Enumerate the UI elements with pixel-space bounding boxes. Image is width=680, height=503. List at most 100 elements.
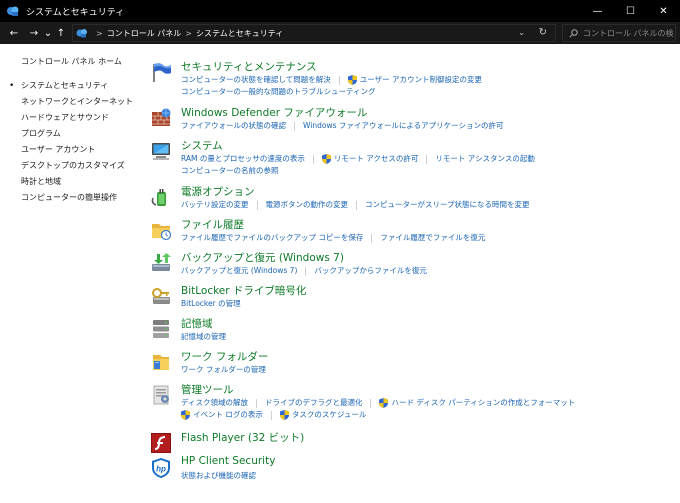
- search-input[interactable]: [583, 28, 673, 38]
- link-restore-from-backup[interactable]: バックアップからファイルを復元: [314, 265, 427, 277]
- link-divider: [256, 200, 258, 210]
- link-label: リモート アクセスの許可: [333, 154, 419, 163]
- link-label: ユーザー アカウント制御設定の変更: [359, 75, 483, 84]
- link-battery-settings[interactable]: バッテリ設定の変更: [181, 199, 249, 211]
- link-divider: [356, 200, 357, 210]
- forward-button[interactable]: →: [26, 22, 42, 44]
- uac-shield-icon: [379, 398, 389, 408]
- sidebar-item-programs[interactable]: プログラム: [21, 126, 133, 142]
- link-allow-app[interactable]: Windows ファイアウォールによるアプリケーションの許可: [303, 120, 504, 132]
- category-title[interactable]: HP Client Security: [181, 455, 275, 467]
- sidebar-home-link[interactable]: コントロール パネル ホーム: [21, 56, 122, 67]
- link-sleep-time[interactable]: コンピューターがスリープ状態になる時間を変更: [365, 199, 530, 211]
- file-history-icon: [152, 224, 172, 241]
- work-folders-icon: [153, 355, 169, 370]
- category-title[interactable]: システム: [181, 138, 223, 153]
- minimize-button[interactable]: —: [581, 0, 614, 22]
- link-disk-partitions[interactable]: ハード ディスク パーティションの作成とフォーマット: [379, 397, 575, 409]
- sidebar-item-clock-region[interactable]: 時計と地域: [21, 174, 133, 190]
- category-title[interactable]: Flash Player (32 ビット): [181, 430, 304, 445]
- sidebar-item-hardware[interactable]: ハードウェアとサウンド: [21, 110, 133, 126]
- link-restore-files[interactable]: ファイル履歴でファイルを復元: [380, 232, 485, 244]
- link-manage-work-folders[interactable]: ワーク フォルダーの管理: [181, 364, 266, 376]
- up-button[interactable]: ↑: [54, 22, 68, 44]
- search-box[interactable]: [562, 24, 676, 42]
- breadcrumb-separator: >: [185, 28, 192, 38]
- link-divider: [370, 398, 372, 408]
- category-title[interactable]: BitLocker ドライブ暗号化: [181, 283, 306, 298]
- control-panel-icon: [76, 29, 87, 38]
- breadcrumb-separator: >: [96, 28, 103, 38]
- flag-icon: [153, 63, 171, 82]
- link-check-status[interactable]: コンピューターの状態を確認して問題を解決: [181, 74, 331, 86]
- address-dropdown-icon[interactable]: ⌄: [518, 28, 525, 37]
- link-troubleshoot[interactable]: コンピューターの一般的な問題のトラブルシューティング: [181, 86, 376, 98]
- link-ram-processor[interactable]: RAM の量とプロセッサの速度の表示: [181, 153, 305, 165]
- address-box[interactable]: > コントロール パネル > システムとセキュリティ ⌄ ↻: [72, 24, 556, 42]
- link-schedule-tasks[interactable]: タスクのスケジュール: [279, 409, 366, 421]
- category-title[interactable]: ワーク フォルダー: [181, 349, 268, 364]
- category-title[interactable]: 管理ツール: [181, 382, 234, 397]
- link-event-logs[interactable]: イベント ログの表示: [181, 409, 263, 421]
- link-manage-bitlocker[interactable]: BitLocker の管理: [181, 298, 241, 310]
- link-firewall-status[interactable]: ファイアウォールの状態の確認: [181, 120, 286, 132]
- link-remote-assistance[interactable]: リモート アシスタンスの起動: [435, 153, 534, 165]
- link-power-button[interactable]: 電源ボタンの動作の変更: [266, 199, 349, 211]
- sidebar-nav: システムとセキュリティ ネットワークとインターネット ハードウェアとサウンド プ…: [9, 78, 133, 206]
- category-title[interactable]: 記憶域: [181, 316, 213, 331]
- category-title[interactable]: Windows Defender ファイアウォール: [181, 105, 367, 120]
- svg-text:hp: hp: [156, 465, 166, 474]
- link-defragment[interactable]: ドライブのデフラグと最適化: [265, 397, 363, 409]
- link-divider: [371, 233, 373, 243]
- flash-icon: [151, 433, 171, 453]
- maximize-button[interactable]: ☐: [614, 0, 647, 22]
- link-save-backup[interactable]: ファイル履歴でファイルのバックアップ コピーを保存: [181, 232, 363, 244]
- address-bar: ← → ⌄ ↑ > コントロール パネル > システムとセキュリティ ⌄ ↻: [0, 22, 680, 44]
- computer-icon: [152, 143, 170, 160]
- link-divider: [294, 121, 295, 131]
- category-title[interactable]: ファイル履歴: [181, 217, 244, 232]
- sidebar-item-system-security[interactable]: システムとセキュリティ: [9, 78, 133, 94]
- breadcrumb-control-panel[interactable]: コントロール パネル: [107, 28, 182, 39]
- title-bar: システムとセキュリティ — ☐ ✕: [0, 0, 680, 22]
- sidebar-item-user-accounts[interactable]: ユーザー アカウント: [21, 142, 133, 158]
- link-divider: [338, 75, 340, 85]
- hp-security-icon: hp: [152, 458, 170, 478]
- uac-shield-icon: [279, 410, 289, 420]
- link-divider: [312, 154, 314, 164]
- link-remote-access[interactable]: リモート アクセスの許可: [321, 153, 419, 165]
- bitlocker-icon: [152, 288, 170, 304]
- uac-shield-icon: [181, 410, 190, 420]
- backup-icon: [152, 253, 171, 271]
- link-label: ハード ディスク パーティションの作成とフォーマット: [391, 398, 576, 407]
- category-title[interactable]: バックアップと復元 (Windows 7): [181, 250, 344, 265]
- link-status-features[interactable]: 状態および機能の確認: [181, 470, 256, 482]
- search-icon: [569, 28, 578, 38]
- sidebar-item-ease-of-access[interactable]: コンピューターの簡単操作: [21, 190, 133, 206]
- admin-tools-icon: [153, 385, 169, 405]
- link-disk-cleanup[interactable]: ディスク領域の解放: [181, 397, 248, 409]
- sidebar-item-network[interactable]: ネットワークとインターネット: [21, 94, 133, 110]
- power-icon: [151, 189, 166, 206]
- close-button[interactable]: ✕: [647, 0, 680, 22]
- recent-locations-button[interactable]: ⌄: [42, 22, 54, 44]
- main-content: セキュリティとメンテナンス コンピューターの状態を確認して問題を解決 ユーザー …: [150, 44, 680, 503]
- link-divider: [255, 398, 257, 408]
- link-backup-restore[interactable]: バックアップと復元 (Windows 7): [181, 265, 297, 277]
- window-title: システムとセキュリティ: [26, 7, 125, 18]
- firewall-icon: [152, 108, 171, 126]
- category-title[interactable]: 電源オプション: [181, 184, 255, 199]
- refresh-button[interactable]: ↻: [539, 27, 547, 38]
- sidebar-item-personalization[interactable]: デスクトップのカスタマイズ: [21, 158, 133, 174]
- link-uac-settings[interactable]: ユーザー アカウント制御設定の変更: [347, 74, 483, 86]
- back-button[interactable]: ←: [6, 22, 22, 44]
- link-divider: [426, 154, 428, 164]
- link-divider: [305, 266, 307, 276]
- control-panel-icon: [7, 6, 19, 16]
- category-title[interactable]: セキュリティとメンテナンス: [181, 59, 317, 74]
- sidebar: コントロール パネル ホーム システムとセキュリティ ネットワークとインターネッ…: [0, 44, 140, 503]
- storage-icon: [153, 320, 169, 338]
- link-manage-storage[interactable]: 記憶域の管理: [181, 331, 226, 343]
- breadcrumb-system-security[interactable]: システムとセキュリティ: [196, 28, 283, 39]
- link-computer-name[interactable]: コンピューターの名前の参照: [181, 165, 279, 177]
